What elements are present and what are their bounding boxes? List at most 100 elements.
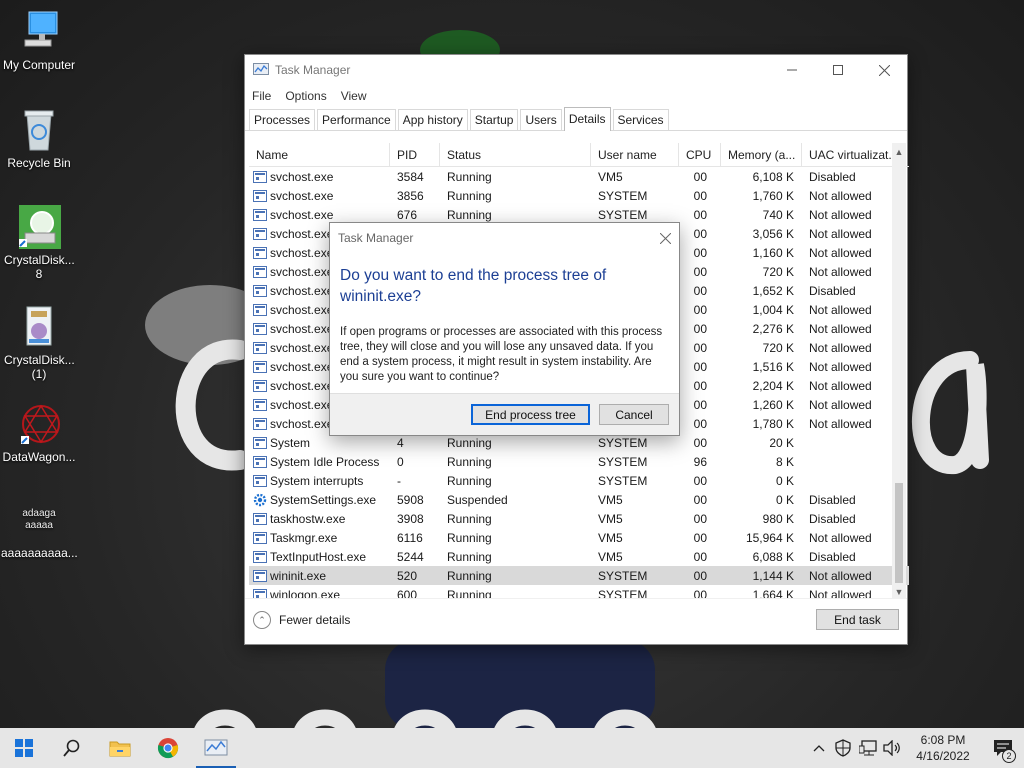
cell-uac: Not allowed: [809, 321, 872, 336]
cell-uac: Not allowed: [809, 359, 872, 374]
fewer-details-button[interactable]: ⌃ Fewer details: [253, 611, 350, 629]
column-header-uac-virtualization[interactable]: UAC virtualizat...: [802, 143, 901, 167]
desktop-icon-aaaaaaaaaa[interactable]: adaaga aaaaa aaaaaaaaaa...: [1, 508, 78, 560]
desktop-icon-crystaldisk-1[interactable]: CrystalDisk... (1): [1, 305, 77, 381]
tab-users[interactable]: Users: [520, 109, 562, 130]
cell-name: SystemSettings.exe: [249, 493, 390, 507]
table-row[interactable]: svchost.exe 3584 Running VM5 00 6,108 K Disabl…: [249, 167, 909, 186]
table-row[interactable]: wininit.exe 520 Running SYSTEM 00 1,144 K Not …: [249, 566, 909, 585]
column-header-memory[interactable]: Memory (a...: [721, 143, 802, 167]
dialog-close-button[interactable]: [659, 223, 672, 255]
cell-cpu: 00: [693, 511, 707, 526]
close-button[interactable]: [861, 55, 907, 85]
process-icon: [253, 303, 267, 316]
fewer-details-label: Fewer details: [279, 613, 351, 627]
desktop-icon-crystaldisk-8[interactable]: CrystalDisk... 8: [1, 205, 77, 281]
file-explorer-button[interactable]: [96, 728, 144, 768]
maximize-button[interactable]: [815, 55, 861, 85]
show-hidden-icons-button[interactable]: [808, 728, 830, 768]
task-manager-taskbar-button[interactable]: [192, 728, 240, 768]
column-header-status[interactable]: Status: [440, 143, 591, 167]
table-row[interactable]: taskhostw.exe 3908 Running VM5 00 980 K Disabl…: [249, 509, 909, 528]
cell-mem: 1,516 K: [752, 359, 794, 374]
tab-performance[interactable]: Performance: [317, 109, 396, 130]
process-name: svchost.exe: [270, 321, 334, 336]
menu-options[interactable]: Options: [285, 89, 326, 103]
process-icon: [253, 379, 267, 392]
desktop-icon-label: DataWagon...: [2, 450, 76, 464]
dialog-body-text: If open programs or processes are associ…: [340, 326, 663, 383]
security-tray-button[interactable]: [830, 728, 856, 768]
desktop-icon-recycle-bin[interactable]: Recycle Bin: [1, 108, 77, 170]
dialog-heading: Do you want to end the process tree of w…: [340, 267, 607, 305]
desktop-icon-my-computer[interactable]: My Computer: [1, 10, 77, 72]
cell-status: Running: [447, 511, 492, 526]
cell-status: Running: [447, 169, 492, 184]
clock-date: 4/16/2022: [916, 749, 970, 763]
cell-cpu: 00: [693, 169, 707, 184]
tab-details[interactable]: Details: [563, 107, 611, 131]
column-header-user-name[interactable]: User name: [591, 143, 679, 167]
cancel-button[interactable]: Cancel: [599, 404, 669, 425]
cell-uac: Not allowed: [809, 416, 872, 431]
cell-mem: 1,652 K: [752, 283, 794, 298]
action-center-button[interactable]: 2: [982, 728, 1024, 768]
cell-cpu: 00: [693, 568, 707, 583]
process-icon: [253, 398, 267, 411]
process-icon: [253, 189, 267, 202]
cell-pid: 3908: [397, 511, 424, 526]
column-header-name[interactable]: Name: [249, 143, 390, 167]
tab-app-history[interactable]: App history: [397, 109, 468, 130]
scroll-up-arrow-icon[interactable]: ▲: [892, 145, 906, 159]
search-icon: [63, 739, 80, 757]
tab-startup[interactable]: Startup: [469, 109, 519, 130]
cell-mem: 740 K: [762, 207, 794, 222]
tab-processes[interactable]: Processes: [249, 109, 316, 130]
cell-cpu: 00: [693, 321, 707, 336]
desktop-icon-label: My Computer: [2, 58, 76, 72]
cell-user: SYSTEM: [598, 568, 648, 583]
table-row[interactable]: SystemSettings.exe 5908 Suspended VM5 00 0 K D…: [249, 490, 909, 509]
notification-count-badge: 2: [1002, 749, 1016, 763]
end-task-button[interactable]: End task: [816, 609, 899, 630]
table-row[interactable]: TextInputHost.exe 5244 Running VM5 00 6,088 K…: [249, 547, 909, 566]
system-tray: 6:08 PM 4/16/2022 2: [808, 728, 1024, 768]
cell-cpu: 00: [693, 188, 707, 203]
desktop-icon-label: CrystalDisk... (1): [4, 353, 75, 381]
search-button[interactable]: [48, 728, 96, 768]
chrome-button[interactable]: [144, 728, 192, 768]
process-name: System: [270, 435, 311, 450]
menu-bar: File Options View: [245, 85, 907, 107]
volume-tray-button[interactable]: [880, 728, 904, 768]
column-header-cpu[interactable]: CPU: [679, 143, 721, 167]
table-row[interactable]: System interrupts - Running SYSTEM 00 0 K: [249, 471, 909, 490]
title-bar[interactable]: Task Manager: [245, 55, 907, 85]
cell-name: Taskmgr.exe: [249, 531, 390, 545]
end-process-tree-button[interactable]: End process tree: [471, 404, 590, 425]
process-name: svchost.exe: [270, 397, 334, 412]
tab-strip: Processes Performance App history Startu…: [245, 107, 907, 131]
table-row[interactable]: System Idle Process 0 Running SYSTEM 96 8 K: [249, 452, 909, 471]
vertical-scrollbar[interactable]: ▲ ▼: [892, 143, 906, 599]
scroll-down-arrow-icon[interactable]: ▼: [892, 585, 906, 599]
minimize-button[interactable]: [769, 55, 815, 85]
tab-services[interactable]: Services: [612, 109, 669, 130]
network-tray-button[interactable]: [856, 728, 880, 768]
column-header-pid[interactable]: PID: [390, 143, 440, 167]
icon-text-line: aaaaa: [25, 520, 53, 531]
start-button[interactable]: [0, 728, 48, 768]
table-row[interactable]: winlogon.exe 600 Running SYSTEM 00 1,664 K Not…: [249, 585, 909, 599]
cell-cpu: 00: [693, 397, 707, 412]
menu-file[interactable]: File: [252, 89, 271, 103]
scrollbar-thumb[interactable]: [895, 483, 903, 583]
dialog-title-bar[interactable]: Task Manager: [330, 223, 679, 253]
cell-name: System interrupts: [249, 474, 390, 488]
menu-view[interactable]: View: [341, 89, 367, 103]
table-row[interactable]: Taskmgr.exe 6116 Running VM5 00 15,964 K Not a…: [249, 528, 909, 547]
desktop-icon-datawagon[interactable]: DataWagon...: [1, 402, 77, 464]
clock[interactable]: 6:08 PM 4/16/2022: [904, 728, 982, 768]
cell-cpu: 00: [693, 302, 707, 317]
table-row[interactable]: svchost.exe 3856 Running SYSTEM 00 1,760 K Not…: [249, 186, 909, 205]
process-icon: [253, 265, 267, 278]
process-name: svchost.exe: [270, 264, 334, 279]
